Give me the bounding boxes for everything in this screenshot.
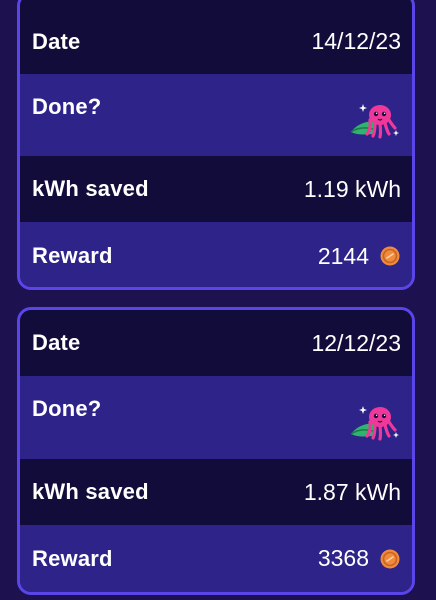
- saving-session-card: Date 14/12/23 Done? kWh saved 1.19 kWh R…: [17, 0, 415, 290]
- reward-value: 3368: [317, 545, 369, 571]
- done-label: Done?: [32, 94, 102, 119]
- reward-value-group: 3368: [318, 545, 401, 572]
- coin-icon: [380, 246, 400, 266]
- done-label: Done?: [32, 396, 102, 421]
- reward-label: Reward: [32, 243, 113, 268]
- reward-row: Reward 3368: [20, 525, 412, 592]
- reward-row: Reward 2144: [20, 222, 412, 287]
- kwh-saved-value: 1.87 kWh: [303, 478, 401, 505]
- date-value: 14/12/23: [311, 28, 401, 54]
- reward-value: 2144: [317, 242, 369, 269]
- octopus-mascot-icon: [350, 406, 399, 441]
- done-row: Done?: [20, 376, 412, 459]
- screen: Date 14/12/23 Done? kWh saved 1.19 kWh R…: [0, 0, 436, 600]
- date-label: Date: [32, 28, 81, 54]
- saving-session-card: Date 12/12/23 Done? kWh saved 1.87 kWh R…: [17, 307, 415, 595]
- kwh-saved-value: 1.19 kWh: [303, 175, 401, 202]
- date-label: Date: [32, 330, 81, 355]
- done-status: [347, 396, 401, 444]
- kwh-saved-label: kWh saved: [32, 479, 149, 504]
- coin-icon: [380, 549, 400, 568]
- date-row: Date 14/12/23: [20, 0, 412, 74]
- reward-label: Reward: [32, 545, 113, 571]
- reward-value-group: 2144: [318, 243, 401, 270]
- done-status: [347, 94, 401, 142]
- kwh-saved-row: kWh saved 1.19 kWh: [20, 156, 412, 222]
- date-value: 12/12/23: [311, 329, 401, 356]
- kwh-saved-label: kWh saved: [32, 176, 149, 201]
- octopus-mascot-icon: [350, 104, 399, 139]
- kwh-saved-row: kWh saved 1.87 kWh: [20, 459, 412, 525]
- done-row: Done?: [20, 74, 412, 156]
- date-row: Date 12/12/23: [20, 310, 412, 376]
